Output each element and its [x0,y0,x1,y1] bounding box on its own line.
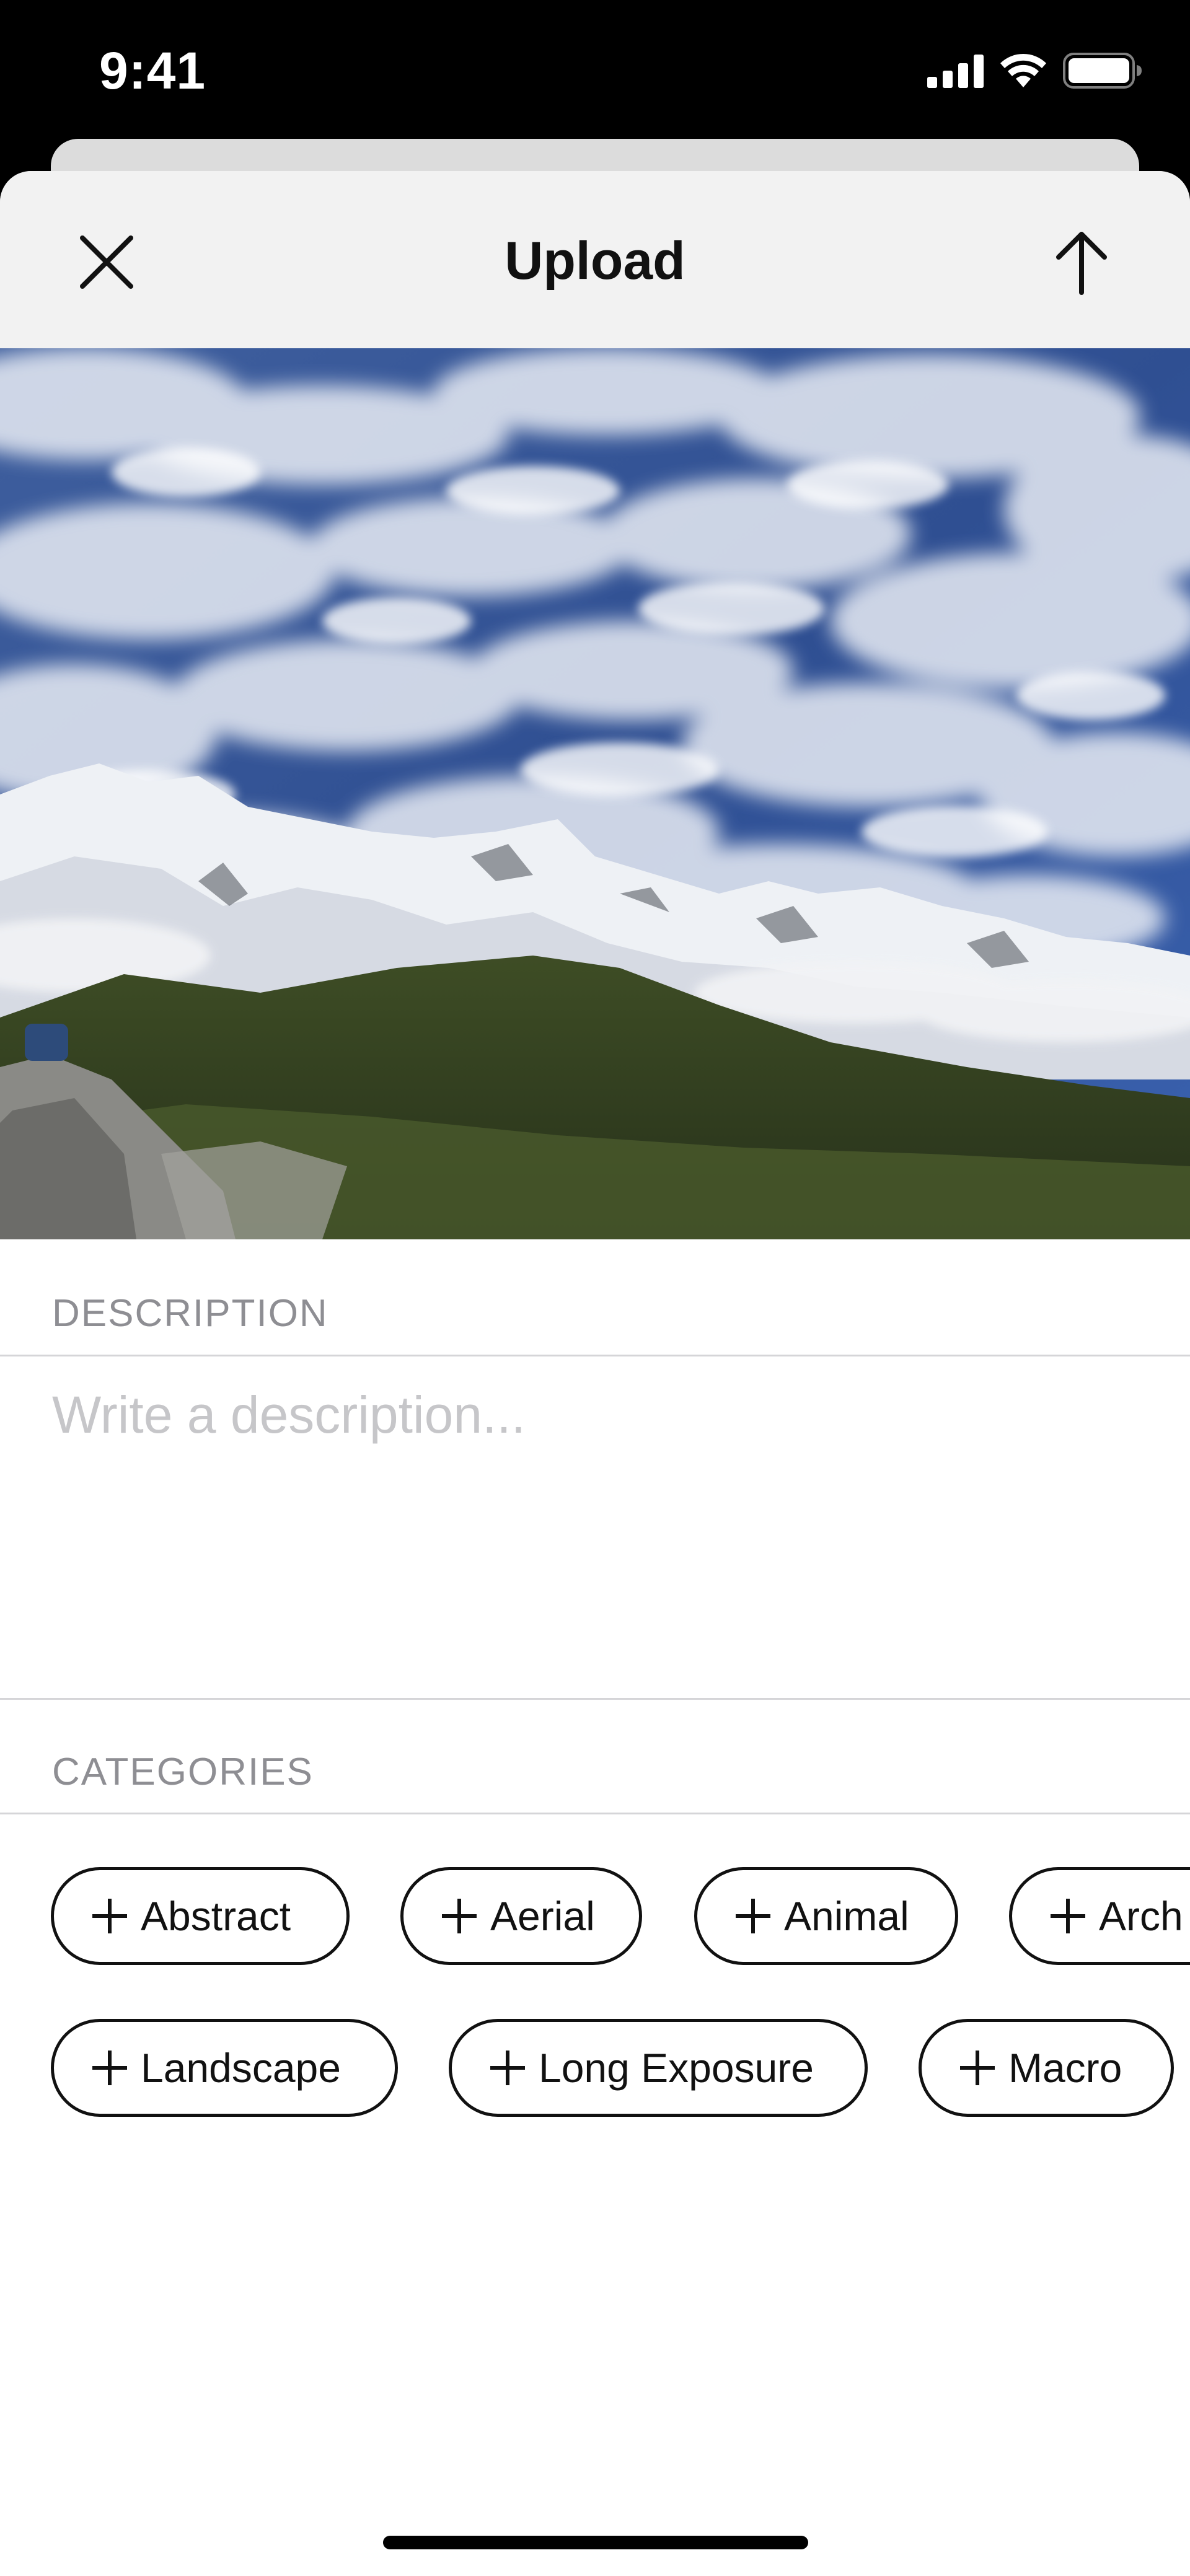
plus-icon [960,2051,995,2085]
plus-icon [1051,1899,1085,1933]
plus-icon [736,1899,770,1933]
upload-sheet: Upload DESCRIPTION Write a description..… [0,171,1190,2576]
category-chip-architecture[interactable]: Arch [1009,1867,1190,1965]
category-chip-label: Abstract [141,1893,291,1939]
category-chip-abstract[interactable]: Abstract [51,1867,350,1965]
wifi-icon [1000,53,1046,87]
category-chip-label: Arch [1099,1893,1183,1939]
cellular-signal-icon [927,55,984,88]
category-chip-label: Aerial [490,1893,595,1939]
plus-icon [442,1899,477,1933]
category-chip-label: Macro [1008,2045,1122,2091]
battery-icon [1063,53,1142,89]
page-title: Upload [505,231,685,291]
status-icons [927,52,1143,89]
categories-section-label: CATEGORIES [52,1751,314,1793]
category-chip-landscape[interactable]: Landscape [51,2019,398,2117]
category-chip-long-exposure[interactable]: Long Exposure [449,2019,868,2117]
plus-icon [92,1899,127,1933]
category-chip-animal[interactable]: Animal [694,1867,958,1965]
description-section-label: DESCRIPTION [52,1292,328,1335]
arrow-up-icon [1056,232,1107,295]
plus-icon [92,2051,127,2085]
photo-preview [0,348,1190,1239]
upload-button[interactable] [1047,226,1116,300]
category-chip-label: Animal [784,1893,909,1939]
category-chip-label: Long Exposure [539,2045,814,2091]
navigation-bar: Upload [0,171,1190,348]
description-input[interactable] [37,1370,1183,1710]
plus-icon [490,2051,525,2085]
category-chip-label: Landscape [141,2045,341,2091]
category-chip-macro[interactable]: Macro [919,2019,1174,2117]
status-bar: 9:41 [0,0,1190,149]
description-divider-top [0,1355,1190,1356]
category-chip-aerial[interactable]: Aerial [400,1867,642,1965]
categories-divider [0,1813,1190,1814]
description-divider-bottom [0,1698,1190,1700]
status-time: 9:41 [99,42,206,100]
home-indicator[interactable] [383,2536,808,2549]
